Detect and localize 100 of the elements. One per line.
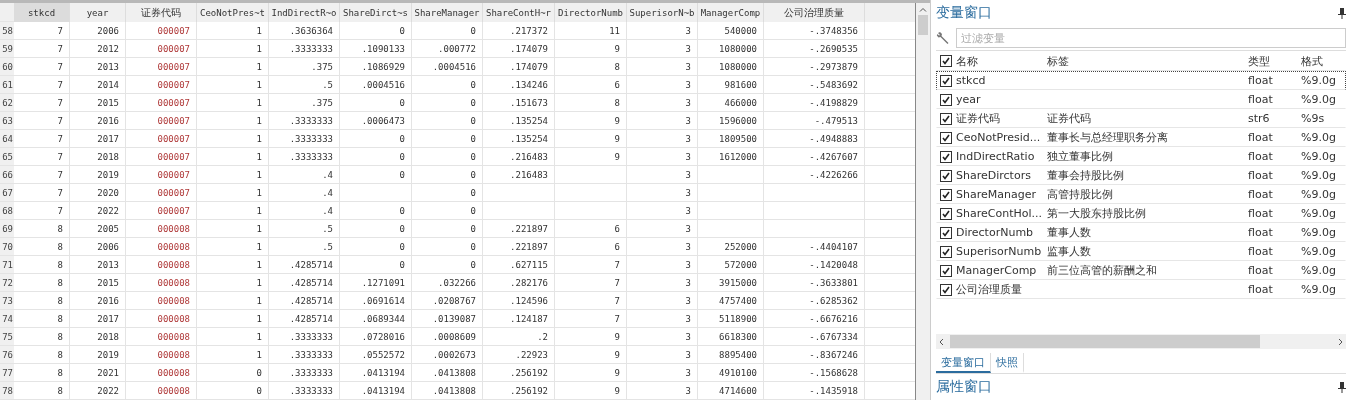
table-cell: 0 <box>412 22 483 40</box>
checkbox[interactable] <box>940 74 952 87</box>
column-header[interactable]: stkcd <box>14 3 70 22</box>
filter-field[interactable]: 过滤变量 <box>956 28 1346 48</box>
column-header[interactable]: ShareManager <box>412 3 483 22</box>
column-header[interactable]: 名称 <box>956 53 1047 69</box>
checkbox[interactable] <box>940 207 952 220</box>
table-cell: 2018 <box>70 148 126 166</box>
table-cell: 466000 <box>698 94 764 112</box>
variable-label: 证券代码 <box>1047 112 1091 125</box>
table-cell: 2013 <box>70 256 126 274</box>
variable-format: %9s <box>1301 112 1326 125</box>
table-cell: 3 <box>627 94 698 112</box>
variable-name[interactable]: year <box>956 93 1047 106</box>
table-cell: .256192 <box>483 364 555 382</box>
table-cell: .282176 <box>483 274 555 292</box>
table-cell: .4 <box>269 166 340 184</box>
checkbox[interactable] <box>940 131 952 144</box>
variable-name[interactable]: SuperisorNumb <box>956 245 1047 258</box>
variable-type: float <box>1248 188 1274 201</box>
table-cell: 2017 <box>70 130 126 148</box>
checkbox[interactable] <box>940 226 952 239</box>
table-cell: 9 <box>555 382 627 400</box>
pin-icon[interactable] <box>1338 7 1346 19</box>
table-cell: 2020 <box>70 184 126 202</box>
variable-name[interactable]: ManagerComp <box>956 264 1047 277</box>
checkbox[interactable] <box>940 55 952 67</box>
checkbox[interactable] <box>940 150 952 163</box>
table-cell: 1 <box>197 346 269 364</box>
column-header[interactable]: ShareDirct~s <box>340 3 412 22</box>
tab[interactable]: 变量窗口 <box>936 353 991 373</box>
checkbox[interactable] <box>940 188 952 201</box>
table-cell: 9 <box>555 40 627 58</box>
table-cell: 0 <box>412 76 483 94</box>
table-cell: 8 <box>14 310 70 328</box>
table-cell: .0004516 <box>340 76 412 94</box>
column-header[interactable]: ManagerComp <box>698 3 764 22</box>
panel-title: 变量窗口 <box>936 4 992 22</box>
table-cell: 0 <box>412 112 483 130</box>
table-cell: .4285714 <box>269 292 340 310</box>
table-cell: 0 <box>340 166 412 184</box>
row-number: 70 <box>0 238 14 256</box>
table-cell: .0691614 <box>340 292 412 310</box>
table-cell: 000007 <box>126 76 197 94</box>
table-cell: 1 <box>197 76 269 94</box>
variable-name[interactable]: ShareDirctors <box>956 169 1047 182</box>
column-header[interactable]: 标签 <box>1047 53 1248 69</box>
table-cell: .5 <box>269 238 340 256</box>
table-cell: .0002673 <box>412 346 483 364</box>
table-cell: 3 <box>627 40 698 58</box>
variable-name[interactable]: DirectorNumb <box>956 226 1047 239</box>
row-number: 60 <box>0 58 14 76</box>
column-header[interactable]: CeoNotPres~t <box>197 3 269 22</box>
checkbox[interactable] <box>940 93 952 106</box>
row-number: 78 <box>0 382 14 400</box>
table-cell: .375 <box>269 94 340 112</box>
table-cell: .0413808 <box>412 364 483 382</box>
table-cell: 3 <box>627 256 698 274</box>
variable-name[interactable]: 公司治理质量 <box>956 282 1047 297</box>
variable-name[interactable]: CeoNotPresid... <box>956 131 1047 144</box>
variable-name[interactable]: 证券代码 <box>956 111 1047 126</box>
table-cell: -.4198829 <box>764 94 865 112</box>
horizontal-scrollbar[interactable] <box>936 334 1346 349</box>
table-cell: 000007 <box>126 58 197 76</box>
table-cell: 000007 <box>126 130 197 148</box>
checkbox[interactable] <box>940 112 952 125</box>
column-header[interactable]: IndDirectR~o <box>269 3 340 22</box>
table-cell: 0 <box>340 256 412 274</box>
checkbox[interactable] <box>940 264 952 277</box>
table-cell: 000008 <box>126 220 197 238</box>
tab[interactable]: 快照 <box>991 353 1024 373</box>
table-cell: 3915000 <box>698 274 764 292</box>
table-cell: 1 <box>197 310 269 328</box>
row-number: 72 <box>0 274 14 292</box>
variable-name[interactable]: ShareContHol... <box>956 207 1047 220</box>
checkbox[interactable] <box>940 245 952 258</box>
vertical-scrollbar[interactable] <box>915 3 930 400</box>
table-cell: .0006473 <box>340 112 412 130</box>
column-header[interactable]: DirectorNumb <box>555 3 627 22</box>
table-cell: 2021 <box>70 364 126 382</box>
table-cell: .174079 <box>483 40 555 58</box>
scrollbar-thumb[interactable] <box>950 335 1260 348</box>
variable-name[interactable]: IndDirectRatio <box>956 150 1047 163</box>
checkbox[interactable] <box>940 283 952 296</box>
column-header[interactable]: 类型 <box>1248 53 1301 69</box>
variable-format: %9.0g <box>1301 207 1337 220</box>
variable-name[interactable]: stkcd <box>956 74 1047 87</box>
pin-icon[interactable] <box>1338 381 1346 393</box>
table-cell: .134246 <box>483 76 555 94</box>
table-cell: -.4267607 <box>764 148 865 166</box>
column-header[interactable]: 格式 <box>1301 53 1345 69</box>
table-cell: -.1420048 <box>764 256 865 274</box>
variable-name[interactable]: ShareManager <box>956 188 1047 201</box>
scrollbar-thumb[interactable] <box>918 15 928 35</box>
column-header[interactable]: ShareContH~r <box>483 3 555 22</box>
table-cell: 8 <box>555 94 627 112</box>
table-cell: 7 <box>14 166 70 184</box>
checkbox[interactable] <box>940 169 952 182</box>
table-cell: 1596000 <box>698 112 764 130</box>
column-header[interactable]: SuperisorN~b <box>627 3 698 22</box>
